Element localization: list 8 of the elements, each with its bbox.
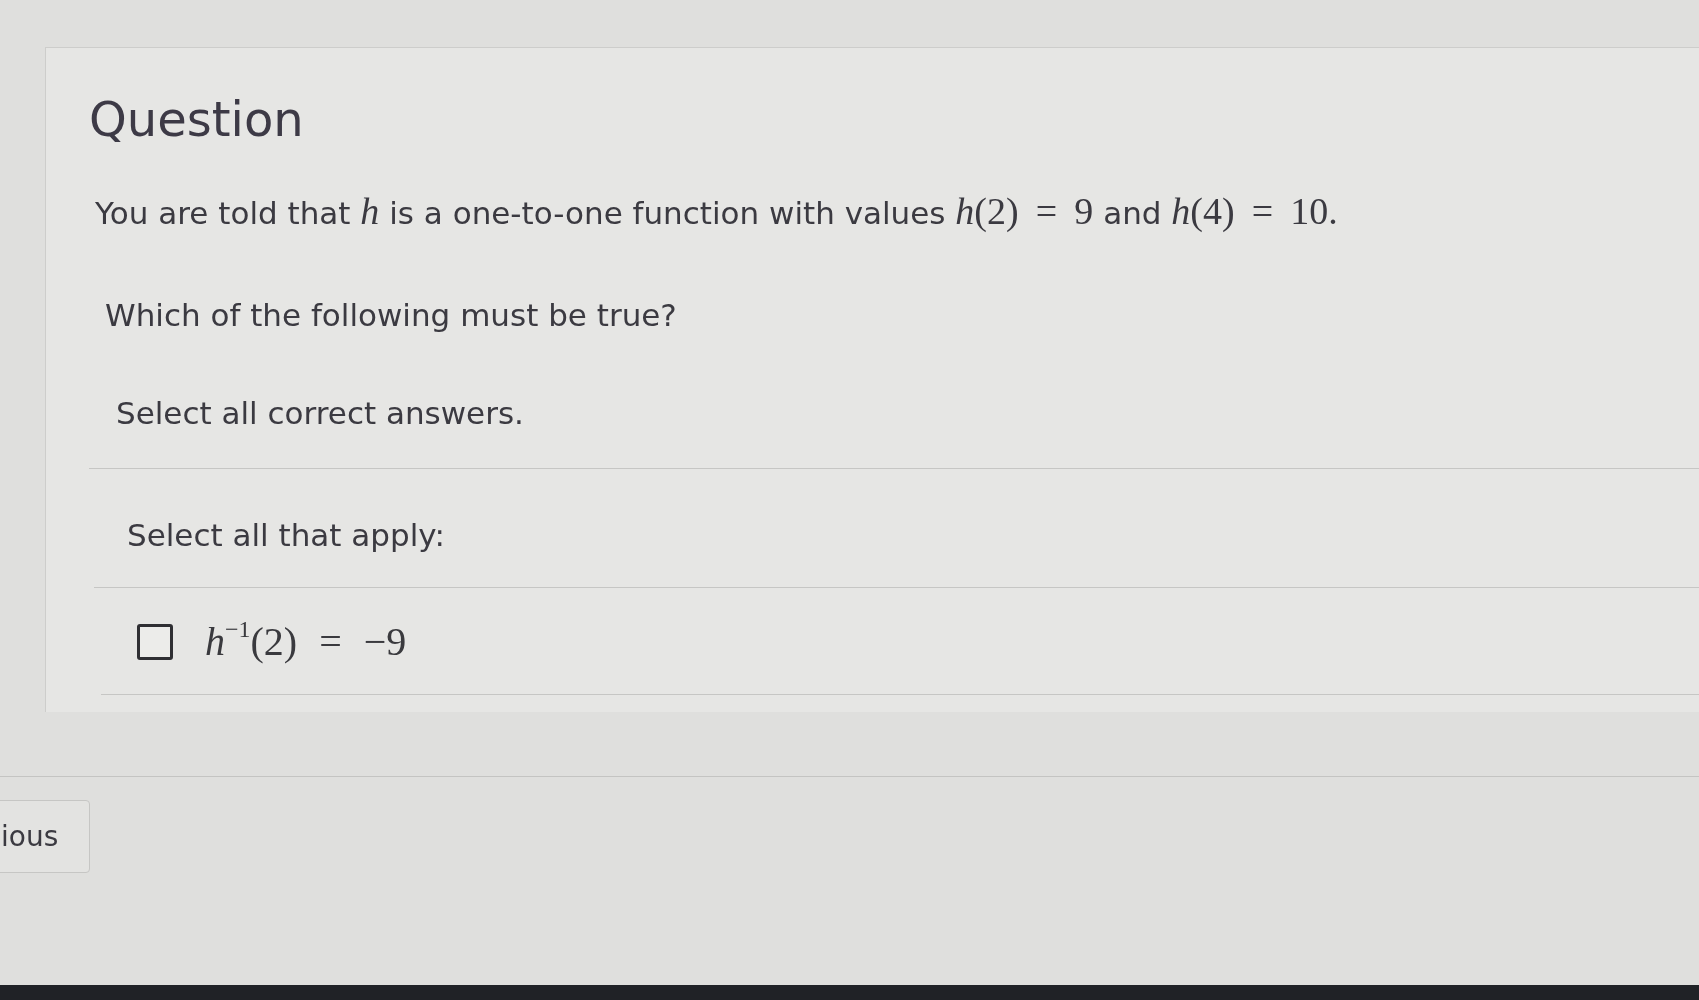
- question-text: You are told that h is a one-to-one function with values h(2) = 9 and h(4) = 10.: [95, 191, 1338, 233]
- answer-option-label[interactable]: h$^{−1}$(2) = −9: [205, 620, 407, 664]
- instruction-note: Select all correct answers.: [116, 394, 524, 433]
- nav-button[interactable]: ious: [0, 800, 91, 873]
- instruction-text: Which of the following must be true?: [105, 296, 677, 335]
- question-title: Question: [89, 94, 304, 144]
- answers-heading: Select all that apply:: [127, 516, 445, 555]
- answer-checkbox[interactable]: [137, 624, 173, 660]
